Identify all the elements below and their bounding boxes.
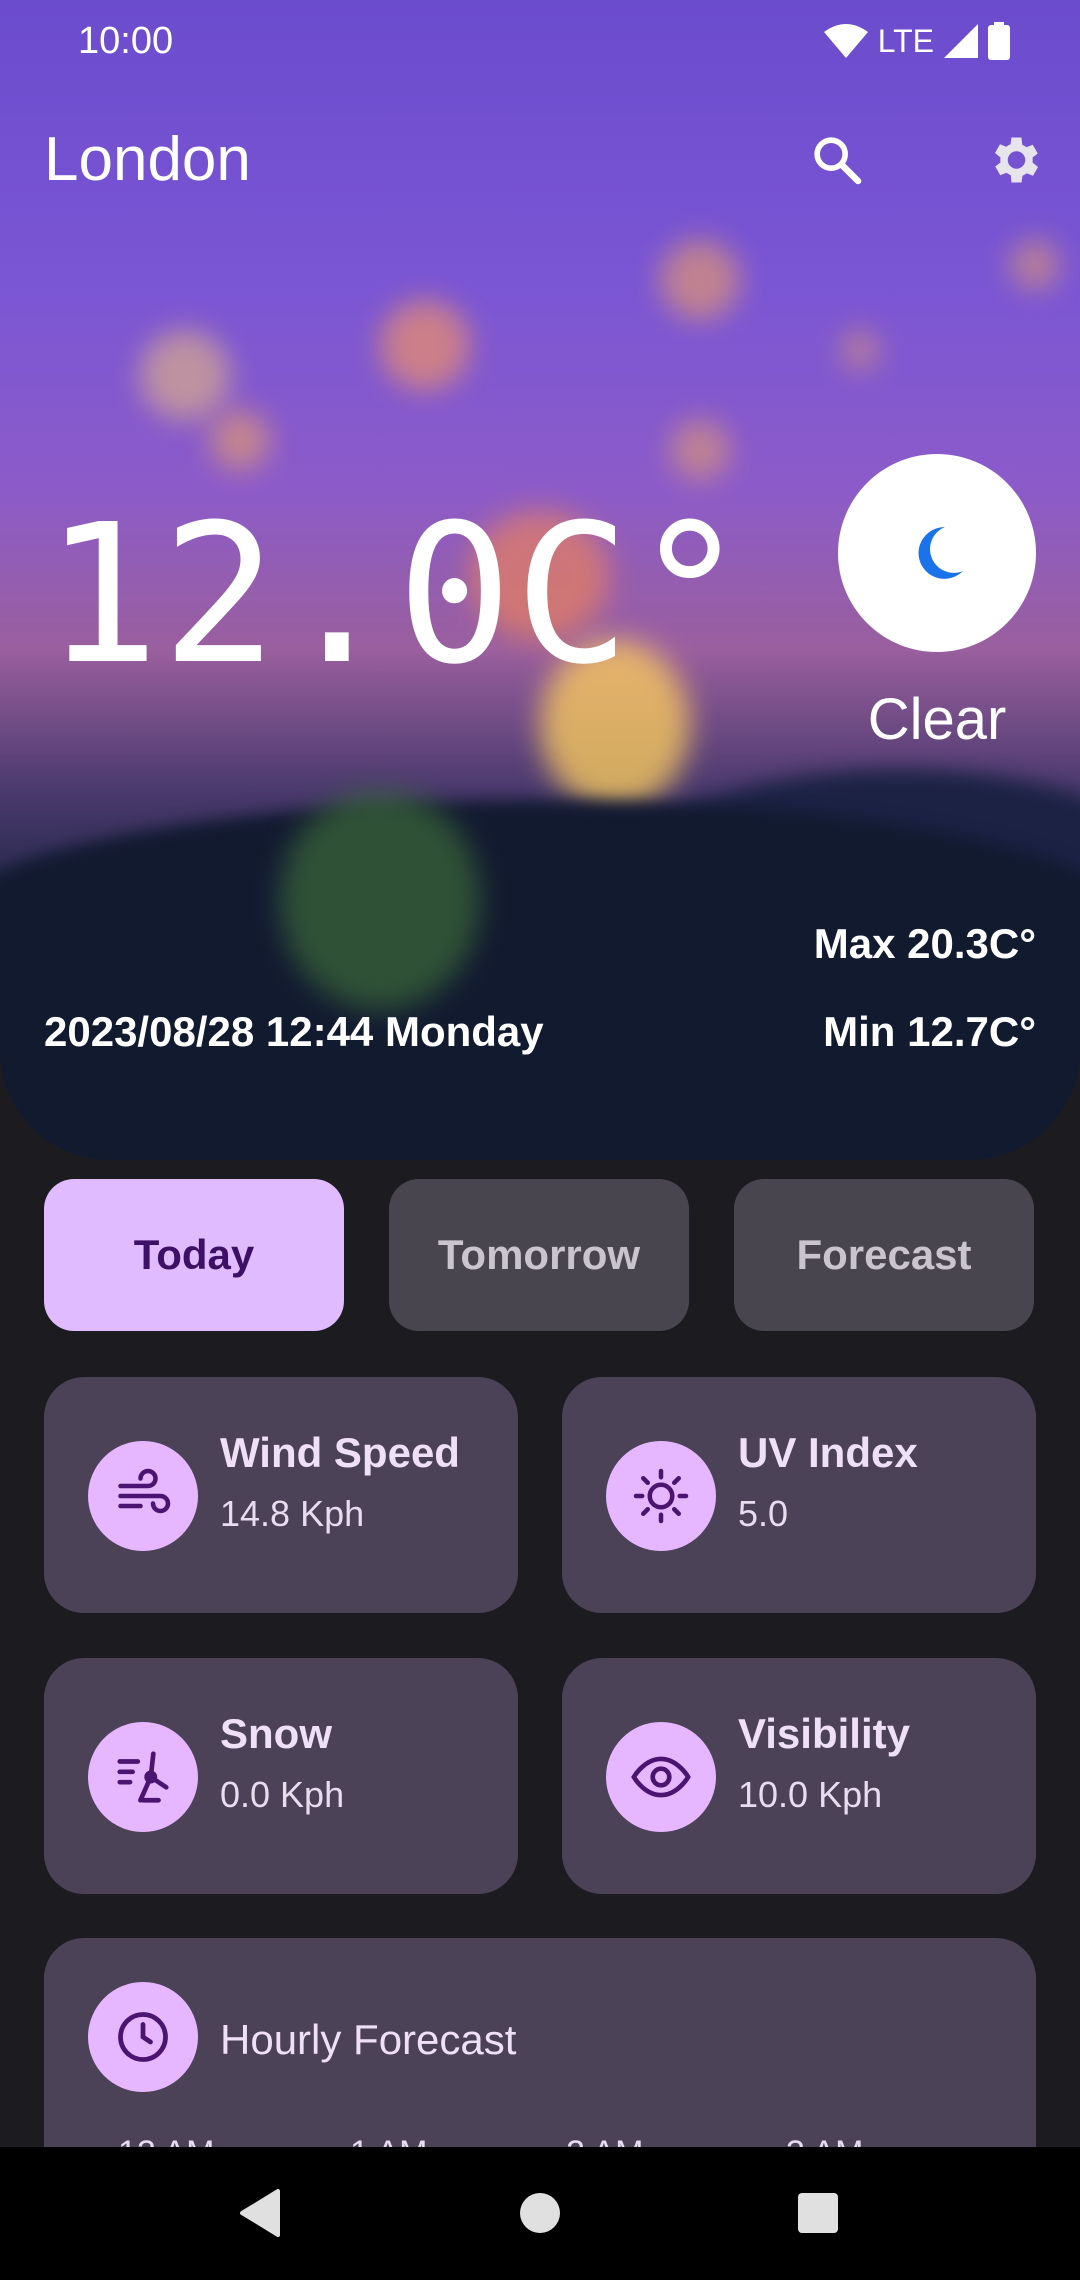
navigation-bar [0, 2147, 1080, 2280]
search-button[interactable] [797, 120, 877, 200]
snow-card[interactable]: Snow 0.0 Kph [44, 1658, 518, 1894]
card-value: 10.0 Kph [738, 1774, 883, 1815]
lantern-blob [380, 300, 470, 390]
tab-today[interactable]: Today [44, 1179, 344, 1331]
lantern-blob [210, 410, 270, 470]
wind-speed-card[interactable]: Wind Speed 14.8 Kph [44, 1377, 518, 1613]
card-title: Visibility [738, 1710, 910, 1757]
sun-icon [606, 1441, 716, 1551]
card-value: 5.0 [738, 1493, 789, 1534]
tab-forecast[interactable]: Forecast [734, 1179, 1034, 1331]
wifi-icon [823, 24, 868, 58]
tab-tomorrow[interactable]: Tomorrow [389, 1179, 689, 1331]
status-icons: LTE [823, 22, 1010, 60]
battery-icon [988, 22, 1010, 60]
lantern-blob [140, 330, 230, 420]
gear-icon [995, 137, 1038, 183]
date-time: 2023/08/28 12:44 Monday [44, 1008, 544, 1055]
signal-icon [944, 24, 978, 58]
visibility-card[interactable]: Visibility 10.0 Kph [562, 1658, 1036, 1894]
lantern-blob [660, 240, 740, 320]
uv-index-card[interactable]: UV Index 5.0 [562, 1377, 1036, 1613]
wind-icon [88, 1441, 198, 1551]
status-bar: 10:00 LTE [0, 0, 1080, 86]
status-time: 10:00 [78, 20, 174, 62]
current-temperature: 12.0C° [44, 484, 750, 707]
card-value: 0.0 Kph [220, 1774, 345, 1815]
settings-button[interactable] [974, 120, 1054, 200]
max-temperature: Max 20.3C° [813, 920, 1036, 967]
recents-button[interactable] [788, 2183, 848, 2243]
card-title: UV Index [738, 1429, 918, 1476]
lantern-blob [840, 330, 880, 370]
hills-shape [0, 800, 1080, 1160]
moon-icon [918, 527, 963, 579]
condition-label: Clear [867, 687, 1007, 752]
recents-icon [798, 2193, 838, 2233]
network-type: LTE [877, 22, 934, 59]
lantern-blob [1010, 240, 1060, 290]
lantern-blob [670, 420, 730, 480]
back-button[interactable] [230, 2183, 290, 2243]
home-button[interactable] [510, 2183, 570, 2243]
eye-icon [606, 1722, 716, 1832]
min-temperature: Min 12.7C° [823, 1008, 1036, 1055]
card-title: Snow [220, 1710, 332, 1757]
card-value: 14.8 Kph [220, 1493, 365, 1534]
condition-icon-badge [838, 454, 1036, 652]
card-title: Wind Speed [220, 1429, 460, 1476]
city-title: London [44, 125, 251, 194]
search-icon [814, 137, 862, 185]
frog-figure-blob [280, 790, 480, 1010]
back-icon [240, 2189, 280, 2237]
snow-wind-icon [88, 1722, 198, 1832]
clock-icon [88, 1982, 198, 2092]
hourly-forecast-title: Hourly Forecast [220, 2016, 517, 2063]
home-icon [520, 2193, 560, 2233]
